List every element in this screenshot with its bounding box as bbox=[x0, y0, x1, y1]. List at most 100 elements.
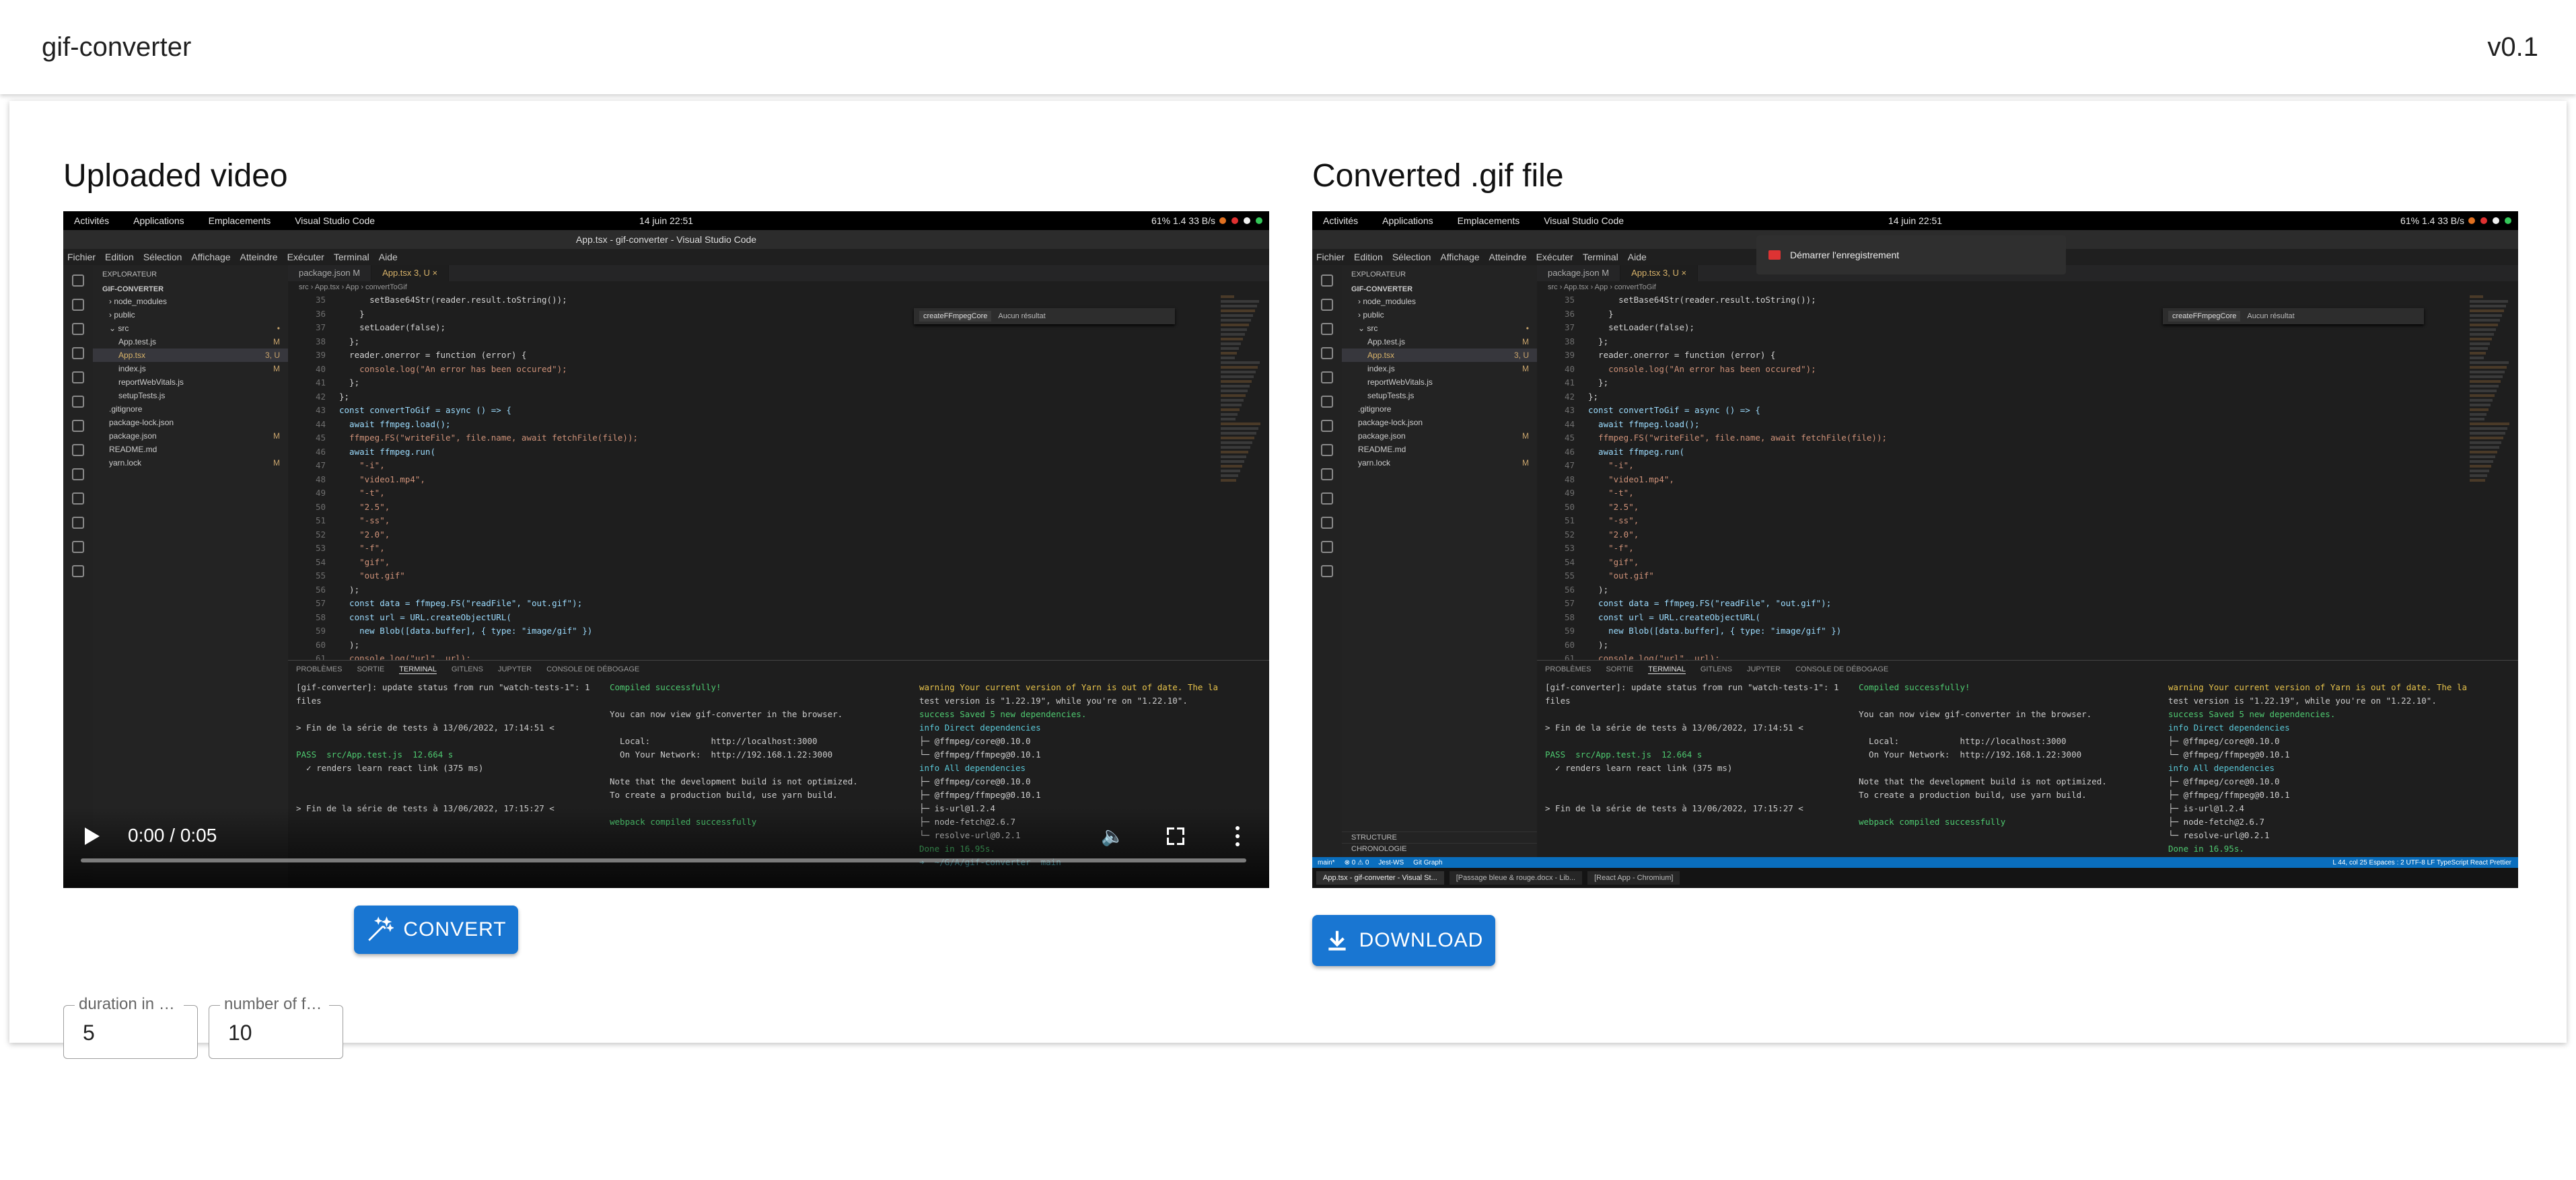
code-text: const data = ffmpeg.FS("readFile", "out.… bbox=[339, 598, 583, 608]
terminal-line: Note that the development build is not o… bbox=[610, 776, 858, 786]
app-title: gif-converter bbox=[42, 32, 192, 62]
menu-item: Atteindre bbox=[240, 252, 278, 262]
system-stats: 61% 1.4 33 B/s bbox=[2400, 215, 2464, 226]
frames-input[interactable]: number of frames 10 bbox=[209, 995, 343, 1059]
code-editor: 35 setBase64Str(reader.result.toString()… bbox=[288, 293, 1215, 691]
terminal-line: Local: http://localhost:3000 bbox=[610, 736, 818, 746]
terminal-tab: GITLENS bbox=[1700, 665, 1732, 673]
more-options-icon[interactable] bbox=[1236, 826, 1240, 846]
line-number: 60 bbox=[1564, 639, 1575, 650]
line-number: 59 bbox=[1564, 626, 1575, 636]
code-text: }; bbox=[1588, 391, 1599, 402]
code-text: "2.0", bbox=[339, 529, 390, 540]
file-name: index.js bbox=[1367, 364, 1395, 373]
menu-item: Affichage bbox=[1440, 252, 1480, 262]
download-label: DOWNLOAD bbox=[1359, 929, 1484, 951]
frames-value: 10 bbox=[228, 1021, 252, 1045]
terminal-line: > Fin de la série de tests à 13/06/2022,… bbox=[296, 723, 554, 733]
terminal-line: > Fin de la série de tests à 13/06/2022,… bbox=[1545, 723, 1803, 733]
file-name: App.test.js bbox=[1367, 337, 1406, 346]
code-line: 46 await ffmpeg.run( bbox=[1537, 445, 2464, 459]
code-line: 35 setBase64Str(reader.result.toString()… bbox=[1537, 293, 2464, 307]
terminal-line: ├─ is-url@1.2.4 bbox=[2168, 803, 2244, 813]
line-number: 54 bbox=[1564, 556, 1575, 567]
file-status: M bbox=[273, 458, 280, 468]
code-text: await ffmpeg.load(); bbox=[1588, 418, 1700, 429]
file-status: M bbox=[1522, 431, 1529, 441]
convert-label: CONVERT bbox=[403, 918, 507, 941]
line-number: 44 bbox=[315, 418, 326, 429]
vscode-breadcrumb: src › App.tsx › App › convertToGif bbox=[1548, 283, 1656, 291]
line-number: 37 bbox=[315, 322, 326, 332]
menu-item: Exécuter bbox=[1536, 252, 1573, 262]
code-line: 51 "-ss", bbox=[1537, 514, 2464, 528]
volume-icon[interactable]: 🔈 bbox=[1101, 826, 1124, 846]
code-text: "video1.mp4", bbox=[339, 474, 425, 484]
outline-section: STRUCTURE bbox=[1342, 832, 1537, 843]
line-number: 37 bbox=[1564, 322, 1575, 332]
fullscreen-icon[interactable] bbox=[1167, 827, 1184, 845]
line-number: 57 bbox=[315, 598, 326, 608]
terminal-line: ├─ @ffmpeg/ffmpeg@0.10.1 bbox=[2168, 790, 2290, 800]
code-text: const url = URL.createObjectURL( bbox=[1588, 612, 1760, 622]
code-text: "-f", bbox=[1588, 543, 1634, 553]
duration-input[interactable]: duration in seconds 5 bbox=[63, 995, 198, 1059]
code-text: }; bbox=[339, 336, 360, 346]
line-number: 48 bbox=[315, 474, 326, 484]
explorer-header: EXPLORATEUR bbox=[1351, 270, 1406, 279]
menu-item: Fichier bbox=[1316, 252, 1345, 262]
explorer-file: README.md bbox=[93, 443, 288, 456]
code-text: "-i", bbox=[339, 460, 385, 470]
magic-wand-icon bbox=[368, 916, 394, 941]
explorer-file: package.json M bbox=[1342, 429, 1537, 443]
line-number: 56 bbox=[315, 584, 326, 595]
find-input: createFFmpegCore bbox=[2168, 311, 2241, 322]
video-controls: 0:00 / 0:05 🔈 bbox=[63, 807, 1269, 888]
code-line: 59 new Blob([data.buffer], { type: "imag… bbox=[1537, 624, 2464, 638]
file-status: M bbox=[1522, 364, 1529, 373]
code-text: "out.gif" bbox=[339, 570, 405, 581]
terminal-line: ✓ renders learn react link (375 ms) bbox=[296, 763, 484, 773]
app-bar: gif-converter v0.1 bbox=[0, 0, 2576, 94]
terminal-tab: SORTIE bbox=[357, 665, 385, 673]
explorer-file: › node_modules bbox=[1342, 295, 1537, 308]
menu-item: Sélection bbox=[143, 252, 182, 262]
code-line: 60 ); bbox=[1537, 638, 2464, 653]
video-player[interactable]: Activités Applications Emplacements Visu… bbox=[63, 211, 1269, 888]
code-line: 39 reader.onerror = function (error) { bbox=[1537, 348, 2464, 363]
active-app-label: Visual Studio Code bbox=[1544, 215, 1624, 226]
explorer-file: .gitignore bbox=[93, 402, 288, 416]
terminal-line: On Your Network: http://192.168.1.22:300… bbox=[610, 749, 833, 760]
vscode-window-title: App.tsx - gif-converter - Visual Studio … bbox=[63, 230, 1269, 249]
recording-popup: Démarrer l'enregistrement bbox=[1756, 235, 2066, 274]
line-number: 58 bbox=[315, 612, 326, 622]
file-name: › node_modules bbox=[1358, 297, 1417, 306]
code-line: 47 "-i", bbox=[288, 459, 1215, 473]
video-progress-track[interactable] bbox=[81, 858, 1246, 862]
convert-button[interactable]: CONVERT bbox=[354, 906, 518, 954]
applications-label: Applications bbox=[1382, 215, 1433, 226]
terminal-line: ├─ @ffmpeg/ffmpeg@0.10.1 bbox=[919, 790, 1041, 800]
gnome-top-bar: Activités Applications Emplacements Visu… bbox=[1312, 211, 2518, 230]
explorer-file: setupTests.js bbox=[93, 389, 288, 402]
terminal-line: info All dependencies bbox=[919, 763, 1026, 773]
status-item: Git Graph bbox=[1413, 858, 1443, 866]
code-line: 40 console.log("An error has been occure… bbox=[288, 363, 1215, 377]
os-taskbar: App.tsx - gif-converter - Visual St... [P… bbox=[1312, 868, 2518, 888]
download-button[interactable]: DOWNLOAD bbox=[1312, 915, 1495, 966]
play-button[interactable] bbox=[85, 827, 100, 845]
app-version: v0.1 bbox=[2487, 32, 2538, 62]
line-number: 44 bbox=[1564, 418, 1575, 429]
explorer-file: App.test.js M bbox=[93, 335, 288, 348]
line-number: 50 bbox=[315, 501, 326, 512]
code-line: 56 ); bbox=[1537, 583, 2464, 597]
menu-item: Edition bbox=[105, 252, 134, 262]
clock-label: 14 juin 22:51 bbox=[639, 215, 694, 226]
terminal-tab: JUPYTER bbox=[1746, 665, 1781, 673]
line-number: 54 bbox=[315, 556, 326, 567]
code-line: 50 "2.5", bbox=[288, 501, 1215, 515]
code-line: 39 reader.onerror = function (error) { bbox=[288, 348, 1215, 363]
